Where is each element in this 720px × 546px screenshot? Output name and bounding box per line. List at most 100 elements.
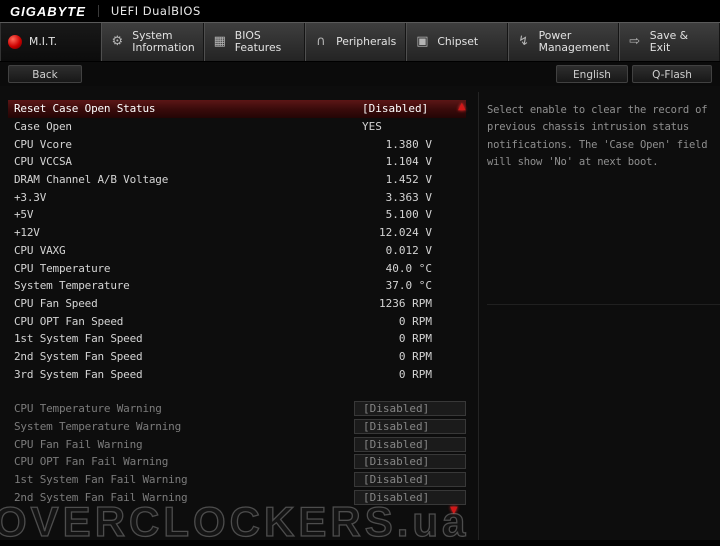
setting-value: 0 RPM <box>398 332 432 346</box>
setting-label: DRAM Channel A/B Voltage <box>14 173 169 187</box>
settings-row[interactable]: CPU VAXG 0.012 V <box>8 242 466 260</box>
setting-label: +3.3V <box>14 190 47 204</box>
setting-label: Case Open <box>14 120 72 134</box>
settings-row[interactable]: 1st System Fan Speed 0 RPM <box>8 330 466 348</box>
settings-row[interactable]: System Temperature 37.0 °C <box>8 277 466 295</box>
setting-value: 0.012 V <box>385 243 432 257</box>
settings-row[interactable]: 1st System Fan Fail Warning [Disabled] <box>8 471 466 489</box>
tab-label: Power Management <box>538 29 610 54</box>
menu-tab[interactable]: M.I.T. <box>0 23 102 61</box>
power-management-icon: ↯ <box>518 34 530 49</box>
setting-label: CPU VAXG <box>14 243 66 257</box>
setting-label: CPU OPT Fan Fail Warning <box>14 455 169 469</box>
topbar-divider <box>97 5 99 17</box>
setting-label: CPU Fan Speed <box>14 296 98 310</box>
setting-value: YES <box>362 120 382 134</box>
language-button[interactable]: English <box>556 65 628 83</box>
settings-row[interactable]: System Temperature Warning [Disabled] <box>8 418 466 436</box>
menu-tab[interactable]: ↯ Power Management <box>507 23 619 61</box>
tab-label: M.I.T. <box>29 35 58 48</box>
settings-row[interactable]: DRAM Channel A/B Voltage 1.452 V <box>8 171 466 189</box>
settings-row[interactable]: +3.3V 3.363 V <box>8 188 466 206</box>
menu-tab[interactable]: ▦ BIOS Features <box>203 23 306 61</box>
setting-label: CPU VCCSA <box>14 155 72 169</box>
chipset-icon: ▣ <box>416 34 429 49</box>
key-legend <box>487 305 720 309</box>
settings-row[interactable]: 3rd System Fan Speed 0 RPM <box>8 365 466 383</box>
setting-label: 2nd System Fan Fail Warning <box>14 490 188 504</box>
setting-label: 3rd System Fan Speed <box>14 367 143 381</box>
setting-value: [Disabled] <box>354 419 466 435</box>
setting-label: 2nd System Fan Speed <box>14 349 143 363</box>
setting-value: 0 RPM <box>398 314 432 328</box>
bios-screen: GIGABYTE UEFI DualBIOS M.I.T. ⚙ System I… <box>0 0 720 546</box>
setting-value: 5.100 V <box>385 208 432 222</box>
setting-label: System Temperature <box>14 279 130 293</box>
settings-row[interactable]: +12V 12.024 V <box>8 224 466 242</box>
setting-value: 12.024 V <box>379 226 432 240</box>
setting-label: CPU Vcore <box>14 137 72 151</box>
setting-label: System Temperature Warning <box>14 420 181 434</box>
settings-row[interactable]: CPU VCCSA 1.104 V <box>8 153 466 171</box>
menu-tab[interactable]: ⚙ System Information <box>101 23 204 61</box>
main-area: Reset Case Open Status [Disabled] Case O… <box>0 86 720 546</box>
setting-value: 1236 RPM <box>379 296 432 310</box>
settings-row[interactable]: +5V 5.100 V <box>8 206 466 224</box>
setting-label: CPU OPT Fan Speed <box>14 314 124 328</box>
tab-bar: M.I.T. ⚙ System Information ▦ BIOS Featu… <box>0 22 720 62</box>
system-information-icon: ⚙ <box>111 34 124 49</box>
tab-label: BIOS Features <box>234 29 282 54</box>
menu-tab[interactable]: ⇨ Save & Exit <box>618 23 720 61</box>
qflash-button[interactable]: Q-Flash <box>632 65 712 83</box>
setting-label: CPU Fan Fail Warning <box>14 437 143 451</box>
setting-value: 1.104 V <box>385 155 432 169</box>
setting-label: +12V <box>14 226 40 240</box>
setting-value: 1.380 V <box>385 137 432 151</box>
settings-row[interactable]: 2nd System Fan Speed 0 RPM <box>8 348 466 366</box>
setting-value: [Disabled] <box>354 436 466 452</box>
setting-value: [Disabled] <box>354 489 466 505</box>
tab-label: System Information <box>132 29 195 54</box>
settings-row[interactable]: 2nd System Fan Fail Warning [Disabled] <box>8 488 466 506</box>
menu-tab[interactable]: ▣ Chipset <box>406 23 508 61</box>
setting-label: 1st System Fan Fail Warning <box>14 473 188 487</box>
toolbar: Back English Q-Flash <box>0 62 720 86</box>
setting-value: 1.452 V <box>385 173 432 187</box>
settings-row[interactable]: CPU Vcore 1.380 V <box>8 135 466 153</box>
save-exit-icon: ⇨ <box>629 34 641 49</box>
settings-row[interactable]: CPU OPT Fan Fail Warning [Disabled] <box>8 453 466 471</box>
setting-value: [Disabled] <box>362 102 429 116</box>
settings-list: Reset Case Open Status [Disabled] Case O… <box>8 92 466 540</box>
setting-label: CPU Temperature <box>14 261 111 275</box>
back-button[interactable]: Back <box>8 65 82 83</box>
setting-value: 40.0 °C <box>385 261 432 275</box>
menu-tab[interactable]: ∩ Peripherals <box>305 23 407 61</box>
setting-value: 0 RPM <box>398 349 432 363</box>
tab-label: Peripherals <box>336 35 397 48</box>
tab-label: Chipset <box>437 35 479 48</box>
settings-row[interactable]: CPU Fan Fail Warning [Disabled] <box>8 435 466 453</box>
peripherals-icon: ∩ <box>316 34 326 49</box>
settings-row[interactable]: CPU Fan Speed 1236 RPM <box>8 295 466 313</box>
scroll-down-arrow[interactable]: ▼ <box>450 506 458 516</box>
bios-features-icon: ▦ <box>213 34 226 49</box>
topbar: GIGABYTE UEFI DualBIOS <box>0 0 720 22</box>
scroll-up-arrow[interactable]: ▲ <box>458 102 466 112</box>
settings-row[interactable]: CPU OPT Fan Speed 0 RPM <box>8 312 466 330</box>
info-panel: Select enable to clear the record of pre… <box>478 92 720 540</box>
setting-value: [Disabled] <box>354 472 466 488</box>
setting-label: Reset Case Open Status <box>14 102 156 116</box>
settings-row[interactable]: CPU Temperature 40.0 °C <box>8 259 466 277</box>
setting-value: 37.0 °C <box>385 279 432 293</box>
settings-row[interactable]: Reset Case Open Status [Disabled] <box>8 100 466 118</box>
setting-label: +5V <box>14 208 34 222</box>
setting-value: [Disabled] <box>354 454 466 470</box>
setting-label: 1st System Fan Speed <box>14 332 143 346</box>
setting-value: 0 RPM <box>398 367 432 381</box>
settings-row[interactable]: CPU Temperature Warning [Disabled] <box>8 400 466 418</box>
gigabyte-logo: GIGABYTE <box>10 3 86 19</box>
mit-icon <box>8 35 22 49</box>
setting-label: CPU Temperature Warning <box>14 402 162 416</box>
settings-row[interactable]: Case Open YES <box>8 118 466 136</box>
